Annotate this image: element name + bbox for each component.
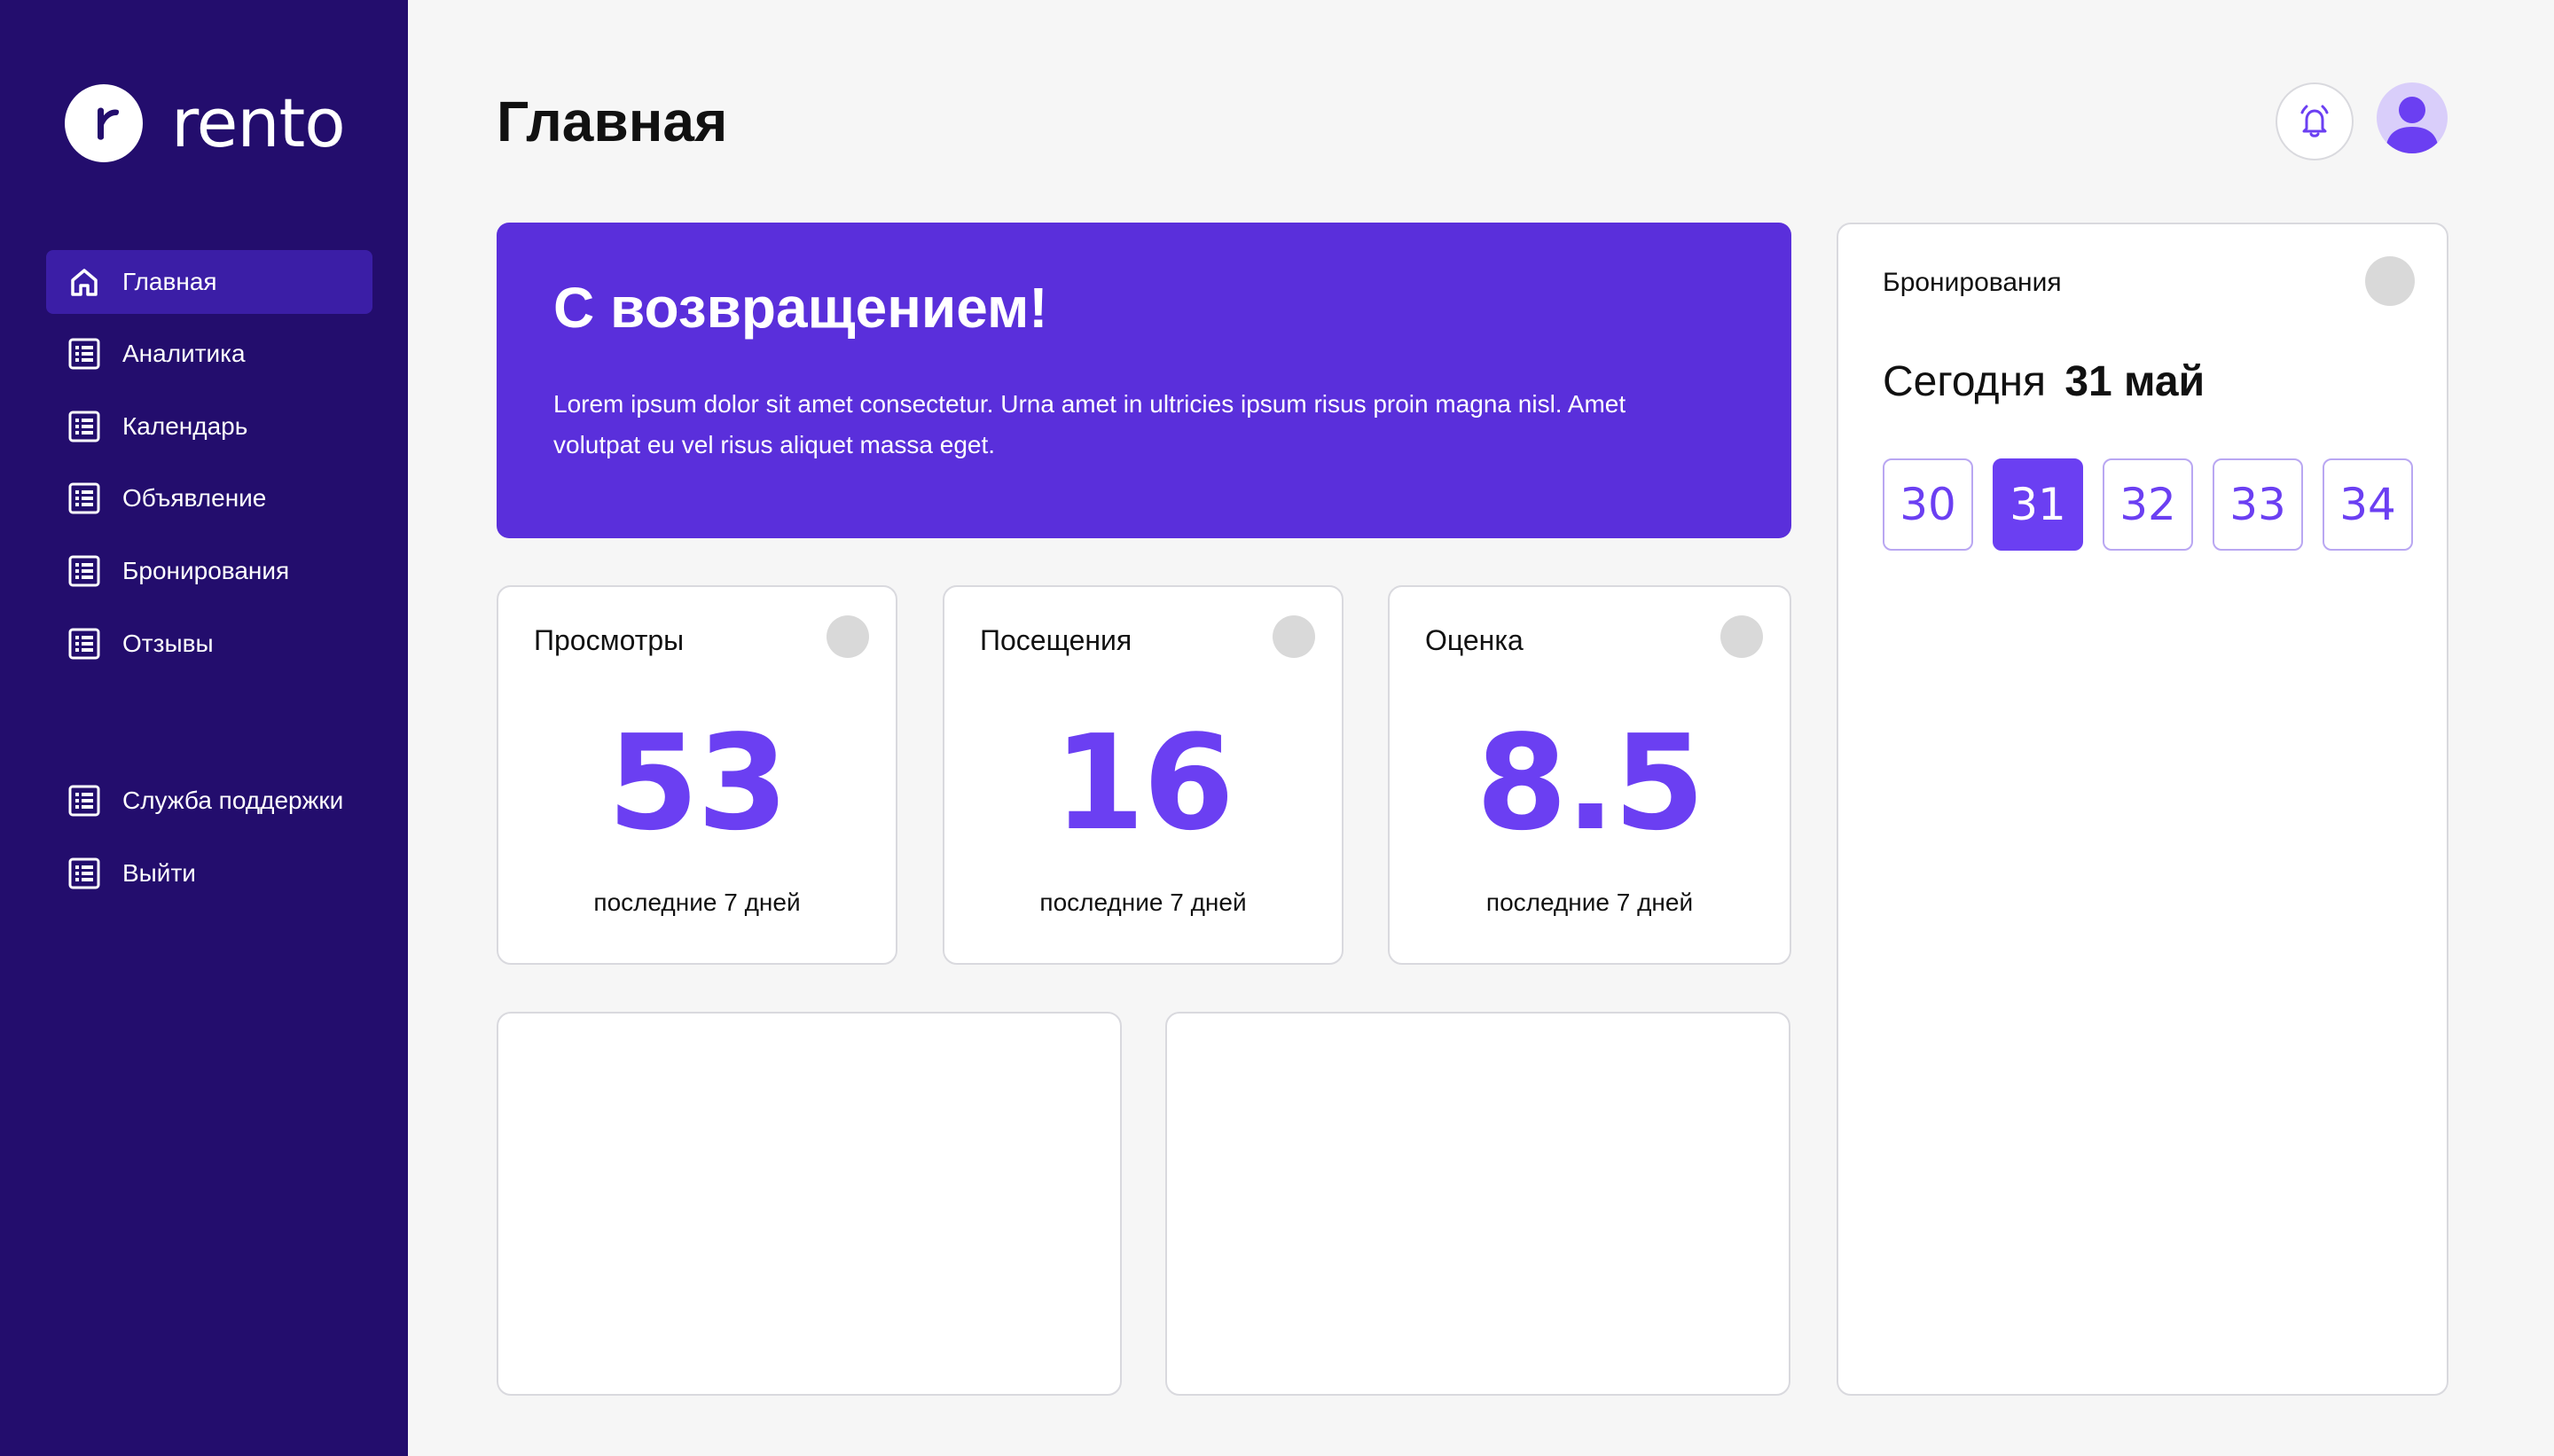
sidebar-item-bookings[interactable]: Бронирования bbox=[46, 539, 372, 603]
list-icon bbox=[67, 410, 101, 443]
welcome-banner: С возвращением! Lorem ipsum dolor sit am… bbox=[497, 223, 1791, 538]
sidebar-item-reviews[interactable]: Отзывы bbox=[46, 612, 372, 676]
stat-period: последние 7 дней bbox=[1039, 888, 1247, 916]
sidebar-item-logout[interactable]: Выйти bbox=[46, 842, 372, 905]
welcome-text: Lorem ipsum dolor sit amet consectetur. … bbox=[553, 390, 1626, 458]
day-button-selected[interactable]: 31 bbox=[1993, 458, 2083, 551]
stat-value: 8.5 bbox=[1476, 707, 1704, 859]
list-icon bbox=[67, 481, 101, 515]
day-picker: 30 31 32 33 34 bbox=[1883, 458, 2413, 551]
stat-label: Оценка bbox=[1425, 624, 1524, 656]
user-icon bbox=[2386, 97, 2439, 153]
bookings-panel: Бронирования Сегодня 31 май 30 31 32 33 … bbox=[1837, 223, 2448, 1396]
sidebar-item-label: Календарь bbox=[122, 412, 248, 440]
empty-widget-right bbox=[1165, 1012, 1790, 1396]
stat-card-rating: Оценка 8.5 последние 7 дней bbox=[1388, 585, 1791, 965]
stat-label: Просмотры bbox=[534, 624, 685, 656]
list-icon bbox=[67, 857, 101, 890]
stat-period: последние 7 дней bbox=[593, 888, 801, 916]
today-label: Сегодня bbox=[1883, 358, 2046, 405]
list-icon bbox=[67, 554, 101, 588]
today-heading: Сегодня 31 май bbox=[1883, 354, 2205, 411]
sidebar-item-analytics[interactable]: Аналитика bbox=[46, 322, 372, 386]
sidebar-item-label: Объявление bbox=[122, 484, 267, 512]
empty-widget-left bbox=[497, 1012, 1122, 1396]
sidebar-item-support[interactable]: Служба поддержки bbox=[46, 769, 372, 833]
brand-logo[interactable]: rento bbox=[65, 83, 346, 162]
sidebar-item-label: Выйти bbox=[122, 859, 196, 887]
stat-card-views: Просмотры 53 последние 7 дней bbox=[497, 585, 897, 965]
sidebar-item-label: Главная bbox=[122, 268, 217, 295]
stat-value: 16 bbox=[1054, 707, 1234, 859]
stat-card-visits: Посещения 16 последние 7 дней bbox=[943, 585, 1344, 965]
list-icon bbox=[67, 784, 101, 818]
stat-menu-button[interactable] bbox=[1720, 615, 1763, 658]
day-button[interactable]: 32 bbox=[2103, 458, 2193, 551]
sidebar-item-calendar[interactable]: Календарь bbox=[46, 395, 372, 458]
bell-icon bbox=[2300, 105, 2329, 137]
day-button[interactable]: 33 bbox=[2213, 458, 2303, 551]
page-title: Главная bbox=[497, 90, 728, 153]
logo-icon bbox=[65, 84, 143, 162]
sidebar-item-listing[interactable]: Объявление bbox=[46, 466, 372, 530]
day-button[interactable]: 34 bbox=[2323, 458, 2413, 551]
notifications-button[interactable] bbox=[2276, 82, 2354, 160]
brand-name: rento bbox=[171, 83, 346, 162]
stat-menu-button[interactable] bbox=[1273, 615, 1315, 658]
bookings-title: Бронирования bbox=[1883, 268, 2062, 297]
sidebar-item-label: Отзывы bbox=[122, 630, 214, 657]
user-avatar[interactable] bbox=[2377, 82, 2448, 153]
list-icon bbox=[67, 627, 101, 661]
stat-period: последние 7 дней bbox=[1485, 888, 1694, 916]
list-icon bbox=[67, 337, 101, 371]
home-icon bbox=[67, 265, 101, 299]
stat-menu-button[interactable] bbox=[827, 615, 869, 658]
sidebar-item-home[interactable]: Главная bbox=[46, 250, 372, 314]
day-button[interactable]: 30 bbox=[1883, 458, 1973, 551]
stat-label: Посещения bbox=[980, 624, 1132, 656]
bookings-menu-button[interactable] bbox=[2365, 256, 2415, 306]
sidebar-item-label: Бронирования bbox=[122, 557, 290, 584]
sidebar-item-label: Служба поддержки bbox=[122, 787, 344, 814]
sidebar-item-label: Аналитика bbox=[122, 340, 246, 367]
today-date: 31 май bbox=[2064, 358, 2205, 405]
welcome-title: С возвращением! bbox=[553, 276, 1048, 340]
sidebar: rento Главная Аналитика Календарь Объявл… bbox=[0, 0, 408, 1456]
stat-value: 53 bbox=[607, 707, 788, 859]
